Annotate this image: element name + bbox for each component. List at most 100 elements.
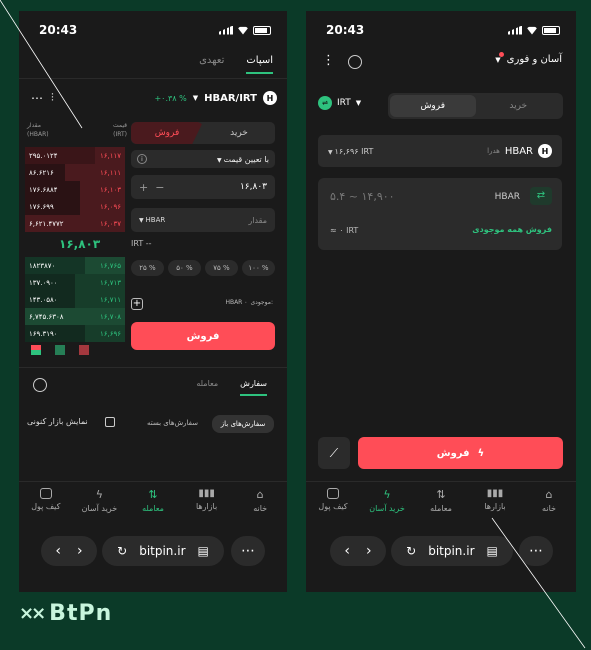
bid-row[interactable]: ۱۸۲۳۸۷۰ ۱۶,۷۶۵ <box>25 257 125 274</box>
nav-easy-buy[interactable]: ϟ خرید آسان <box>75 488 123 513</box>
url-text: bitpin.ir <box>428 544 475 558</box>
address-bar[interactable]: ↻ bitpin.ir ▤ <box>102 536 224 566</box>
percent-50-button[interactable]: ۵۰ % <box>168 260 201 276</box>
sell-mode-tab[interactable]: فروش <box>390 95 476 117</box>
tabs-icon[interactable]: ▤ <box>487 544 498 558</box>
sell-button[interactable]: فروش <box>131 322 275 350</box>
tabs-icon[interactable]: ▤ <box>198 544 209 558</box>
order-type-select[interactable]: i ▼ با تعیین قیمت <box>131 150 275 168</box>
currency-icon: ⇌ <box>318 96 332 110</box>
amount-card: ۵.۴ ~ ۱۴,۹۰۰ HBAR ⇄ ≈ ۰ IRT فروش همه موج… <box>318 178 562 250</box>
tab-trades[interactable]: معامله <box>196 379 218 396</box>
nav-easy-buy[interactable]: ϟ خرید آسان <box>363 488 411 513</box>
amount-unit: HBAR <box>494 192 520 202</box>
reload-icon[interactable]: ↻ <box>406 544 416 558</box>
history-icon[interactable] <box>348 55 362 69</box>
price-input[interactable]: + − ۱۶,۸۰۳ <box>131 175 275 199</box>
back-icon[interactable]: ‹ <box>344 543 350 559</box>
ask-row[interactable]: ۱۷۶.۶۸۸۴ ۱۶,۱۰۳ <box>25 181 125 198</box>
nav-markets[interactable]: ▮▮▮ بازارها <box>183 488 231 511</box>
bid-row[interactable]: ۱۴۳.۰۵۸۰ ۱۶,۷۱۱ <box>25 291 125 308</box>
closed-orders-chip[interactable]: سفارش‌های بسته <box>147 419 198 427</box>
buy-tab[interactable]: خرید <box>203 122 275 144</box>
trade-arrows-icon: ⇅ <box>148 488 158 501</box>
reload-icon[interactable]: ↻ <box>117 544 127 558</box>
show-current-checkbox[interactable] <box>105 417 115 427</box>
percent-100-button[interactable]: ۱۰۰ % <box>242 260 275 276</box>
back-forward-buttons[interactable]: ‹ › <box>41 536 97 566</box>
stepper-buttons[interactable]: + − <box>139 181 164 194</box>
nav-trade[interactable]: ⇅ معامله <box>129 488 177 513</box>
more-icon[interactable]: ⋯ <box>31 91 43 105</box>
tab-orders[interactable]: سفارش <box>240 379 267 396</box>
asset-select[interactable]: ▼ ۱۶,۶۹۶ IRT هدرا HBAR H <box>318 135 562 167</box>
browser-bar: ‹ › ↻ bitpin.ir ▤ ⋯ <box>306 536 576 570</box>
nav-markets[interactable]: ▮▮▮ بازارها <box>471 488 519 511</box>
url-text: bitpin.ir <box>139 544 186 558</box>
tab-spot[interactable]: اسپات <box>246 55 273 74</box>
signal-icon <box>508 25 522 35</box>
sell-tab[interactable]: فروش <box>131 122 203 144</box>
ask-row[interactable]: ۸۶.۶۲۱۶ ۱۶,۱۱۱ <box>25 164 125 181</box>
bid-row[interactable]: ۱۶۹.۳۱۹۰ ۱۶,۶۹۶ <box>25 325 125 342</box>
forward-icon[interactable]: › <box>77 543 83 559</box>
sell-all-link[interactable]: فروش همه موجودی <box>472 225 552 234</box>
ask-row[interactable]: ۶,۶۲۱.۴۷۷۲ ۱۶,۰۳۷ <box>25 215 125 232</box>
percent-75-button[interactable]: ۷۵ % <box>205 260 238 276</box>
wallet-icon <box>327 488 339 499</box>
pair-header[interactable]: +۰.۳۸ % ▼ HBAR/IRT H <box>154 91 277 105</box>
col-amount-header: مقدار (HBAR) <box>27 122 49 138</box>
chevron-down-icon: ▼ <box>192 94 199 102</box>
nav-wallet[interactable]: کیف پول <box>22 488 70 511</box>
open-orders-chip[interactable]: سفارش‌های باز <box>212 415 274 433</box>
more-vertical-icon[interactable]: ⋮ <box>322 53 335 68</box>
candle-chart-icon[interactable]: ⫶ <box>51 91 54 105</box>
nav-trade[interactable]: ⇅ معامله <box>417 488 465 513</box>
tab-futures[interactable]: تعهدی <box>199 55 224 74</box>
battery-icon <box>542 25 560 35</box>
divider <box>19 367 287 368</box>
bid-row[interactable]: ۱۳۷.۰۹۰۰ ۱۶,۷۱۳ <box>25 274 125 291</box>
sell-button[interactable]: فروش ϟ <box>358 437 563 469</box>
nav-wallet[interactable]: کیف پول <box>309 488 357 511</box>
more-menu-button[interactable]: ⋯ <box>231 536 265 566</box>
wallet-icon <box>39 488 52 499</box>
add-balance-icon[interactable]: + <box>131 298 143 310</box>
amount-unit: HBAR <box>145 216 166 224</box>
asset-symbol: HBAR <box>504 145 533 157</box>
chart-icon[interactable]: ⟋ <box>318 437 350 469</box>
lightning-icon: ϟ <box>383 488 391 501</box>
view-both-icon[interactable] <box>31 345 41 355</box>
currency-select[interactable]: ⇌ IRT ▼ <box>318 96 361 110</box>
history-icon[interactable] <box>33 378 47 392</box>
info-icon: i <box>137 154 147 164</box>
nav-home[interactable]: ⌂ خانه <box>525 488 573 513</box>
back-icon[interactable]: ‹ <box>55 543 61 559</box>
back-forward-buttons[interactable]: ‹ › <box>330 536 386 566</box>
balance-value: HBAR ۰ <box>225 299 248 306</box>
amount-placeholder: مقدار <box>248 215 267 225</box>
brand-logo: ⨯⨯ BtPn <box>19 601 113 626</box>
amount-input[interactable]: ۵.۴ ~ ۱۴,۹۰۰ <box>330 190 395 203</box>
status-bar: 20:43 <box>306 11 576 49</box>
bottom-nav: کیف پول ϟ خرید آسان ⇅ معامله ▮▮▮ بازارها ⌂ خ… <box>19 481 287 526</box>
orders-tabs: معامله سفارش <box>196 379 267 396</box>
chevron-down-icon: ▼ <box>495 51 504 64</box>
bid-row[interactable]: ۶,۷۴۵.۶۳۰۸ ۱۶,۷۰۸ <box>25 308 125 325</box>
page-title[interactable]: ▼ آسان و فوری <box>495 51 562 65</box>
nav-home[interactable]: ⌂ خانه <box>236 488 284 513</box>
percent-25-button[interactable]: ۲۵ % <box>131 260 164 276</box>
view-bids-icon[interactable] <box>55 345 65 355</box>
ask-row[interactable]: ۱۷۶.۶۹۹ ۱۶,۰۹۶ <box>25 198 125 215</box>
buy-sell-switch: فروش خرید <box>131 122 275 144</box>
ask-row[interactable]: ۲۹۵.۰۱۲۴ ۱۶,۱۱۷ <box>25 147 125 164</box>
buy-mode-tab[interactable]: خرید <box>476 95 562 117</box>
address-bar[interactable]: ↻ bitpin.ir ▤ <box>391 536 513 566</box>
order-type-label: با تعیین قیمت <box>223 154 269 164</box>
amount-input[interactable]: ▼ HBAR مقدار <box>131 208 275 232</box>
lightning-icon: ϟ <box>477 447 485 459</box>
view-asks-icon[interactable] <box>79 345 89 355</box>
forward-icon[interactable]: › <box>366 543 372 559</box>
swap-icon[interactable]: ⇄ <box>530 187 552 205</box>
more-menu-button[interactable]: ⋯ <box>519 536 553 566</box>
